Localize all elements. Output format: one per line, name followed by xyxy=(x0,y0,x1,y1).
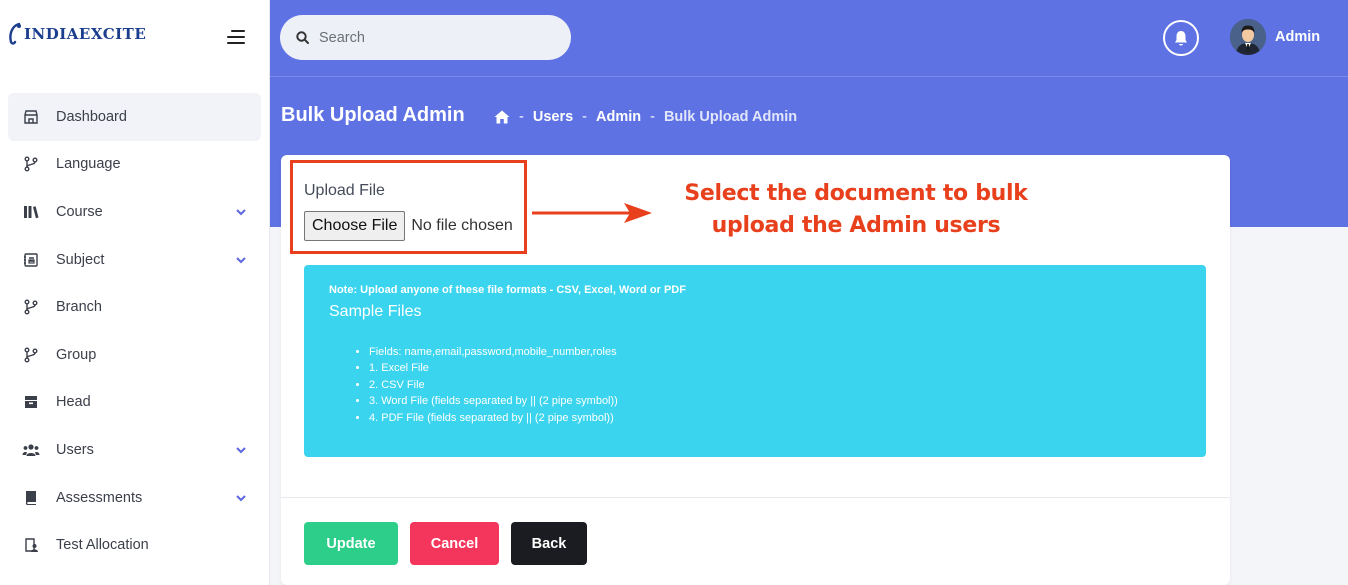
search-icon xyxy=(296,31,309,44)
sample-files-title: Sample Files xyxy=(329,303,422,320)
sidebar-item-dashboard[interactable]: Dashboard xyxy=(8,93,261,141)
branch-icon xyxy=(22,155,40,173)
chevron-down-icon[interactable] xyxy=(235,206,247,218)
branch-icon xyxy=(22,346,40,364)
search-input[interactable] xyxy=(319,29,549,46)
file-status-text: No file chosen xyxy=(411,217,513,234)
header-divider xyxy=(270,76,1348,77)
sidebar-item-label: Course xyxy=(56,203,103,220)
sidebar-item-label: Subject xyxy=(56,251,105,268)
cancel-button[interactable]: Cancel xyxy=(410,522,499,565)
chevron-down-icon[interactable] xyxy=(235,492,247,504)
branch-icon xyxy=(22,298,40,316)
sidebar-item-assessments[interactable]: Assessments xyxy=(8,474,261,522)
sidebar-item-group[interactable]: Group xyxy=(8,331,261,379)
sample-files-list: Fields: name,email,password,mobile_numbe… xyxy=(369,344,618,426)
brand-name: INDIAEXCITE xyxy=(24,25,147,43)
breadcrumb-users[interactable]: Users xyxy=(533,109,573,125)
menu-toggle-icon[interactable] xyxy=(227,30,245,44)
sidebar-item-label: Dashboard xyxy=(56,108,127,125)
sidebar-item-branch[interactable]: Branch xyxy=(8,283,261,331)
bell-icon xyxy=(1175,30,1187,45)
sidebar-item-language[interactable]: Language xyxy=(8,141,261,189)
note-title: Note: Upload anyone of these file format… xyxy=(329,284,686,296)
avatar[interactable] xyxy=(1230,19,1266,55)
search-bar[interactable] xyxy=(280,15,571,60)
notifications-button[interactable] xyxy=(1163,20,1199,56)
upload-file-label: Upload File xyxy=(304,182,385,199)
sidebar-item-course[interactable]: Course xyxy=(8,188,261,236)
box-icon xyxy=(22,393,40,411)
breadcrumb-separator: - xyxy=(519,109,524,125)
note-box: Note: Upload anyone of these file format… xyxy=(304,265,1206,457)
list-item[interactable]: 1. Excel File xyxy=(369,360,618,376)
back-button[interactable]: Back xyxy=(511,522,587,565)
chevron-down-icon[interactable] xyxy=(235,254,247,266)
sidebar-item-label: Branch xyxy=(56,299,102,316)
books-icon xyxy=(22,203,40,221)
chevron-down-icon[interactable] xyxy=(235,444,247,456)
card-divider xyxy=(281,497,1230,498)
file-input[interactable]: Choose File No file chosen xyxy=(304,211,513,241)
sidebar-item-label: Head xyxy=(56,394,91,411)
user-name[interactable]: Admin xyxy=(1275,29,1320,45)
sidebar-nav: Dashboard Language Course Subject Branch… xyxy=(8,93,261,569)
user-avatar-icon xyxy=(1230,19,1266,55)
page-title: Bulk Upload Admin xyxy=(281,104,465,126)
clipboard-user-icon xyxy=(22,536,40,554)
contact-card-icon xyxy=(22,251,40,269)
breadcrumb-separator: - xyxy=(582,109,587,125)
users-icon xyxy=(22,441,40,459)
breadcrumb-admin[interactable]: Admin xyxy=(596,109,641,125)
list-item[interactable]: 3. Word File (fields separated by || (2 … xyxy=(369,393,618,409)
arrow-right-icon xyxy=(532,203,652,223)
sidebar-item-label: Group xyxy=(56,346,97,363)
sidebar-item-label: Test Allocation xyxy=(56,537,149,554)
sidebar-item-users[interactable]: Users xyxy=(8,426,261,474)
breadcrumb-separator: - xyxy=(650,109,655,125)
annotation-line-2: upload the Admin users xyxy=(711,213,1001,238)
update-button[interactable]: Update xyxy=(304,522,398,565)
choose-file-button[interactable]: Choose File xyxy=(304,211,406,241)
book-icon xyxy=(22,489,40,507)
sidebar-item-head[interactable]: Head xyxy=(8,379,261,427)
sidebar-item-test-allocation[interactable]: Test Allocation xyxy=(8,521,261,569)
logo-icon xyxy=(9,22,21,45)
store-icon xyxy=(22,108,40,126)
sidebar-item-label: Users xyxy=(56,441,94,458)
annotation-line-1: Select the document to bulk xyxy=(684,181,1028,206)
annotation-callout: Select the document to bulk upload the A… xyxy=(661,178,1051,242)
sidebar: INDIAEXCITE Dashboard Language Course Su… xyxy=(0,0,270,585)
sidebar-item-label: Assessments xyxy=(56,489,143,506)
brand-logo[interactable]: INDIAEXCITE xyxy=(8,22,146,46)
breadcrumb-current: Bulk Upload Admin xyxy=(663,109,798,125)
sidebar-item-label: Language xyxy=(56,156,121,173)
list-item: Fields: name,email,password,mobile_numbe… xyxy=(369,344,618,360)
list-item[interactable]: 4. PDF File (fields separated by || (2 p… xyxy=(369,410,618,426)
breadcrumb: - Users - Admin - Bulk Upload Admin xyxy=(494,109,797,125)
sidebar-item-subject[interactable]: Subject xyxy=(8,236,261,284)
list-item[interactable]: 2. CSV File xyxy=(369,377,618,393)
home-icon[interactable] xyxy=(494,110,510,124)
